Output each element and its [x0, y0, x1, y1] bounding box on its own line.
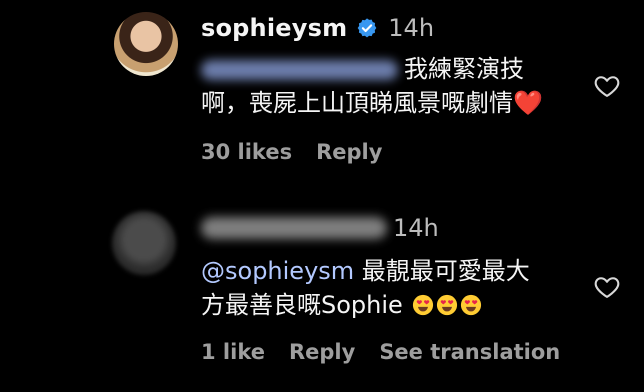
- comment-header: sophieysm 14h: [201, 14, 434, 42]
- avatar-blurred[interactable]: [112, 211, 176, 275]
- timestamp: 14h: [393, 214, 439, 242]
- comment-actions: 30 likes Reply: [201, 140, 406, 164]
- verified-badge-icon: [357, 18, 377, 38]
- blurred-mention: [201, 60, 398, 80]
- likes-count[interactable]: 1 like: [201, 340, 265, 364]
- comment-actions: 1 like Reply See translation: [201, 340, 584, 364]
- comment-header: 14h: [201, 214, 439, 242]
- mention-link[interactable]: @sophieysm: [201, 257, 354, 285]
- comment-sophieysm: sophieysm 14h 我練緊演技 啊，喪屍上山頂睇風景嘅劇情❤️ 30 l…: [0, 0, 644, 180]
- heart-eyes-emoji: [413, 294, 434, 316]
- likes-count[interactable]: 30 likes: [201, 140, 292, 164]
- heart-outline-icon[interactable]: [592, 72, 622, 100]
- comment-text-line1: 最靚最可愛最大: [361, 257, 530, 285]
- heart-eyes-emoji: [437, 294, 458, 316]
- comment-text-line1: 我練緊演技: [404, 55, 524, 83]
- comment-text-line2: 方最善良嘅Sophie: [201, 291, 403, 319]
- comment-reply: 14h @sophieysm 最靚最可愛最大 方最善良嘅Sophie 1 lik…: [0, 180, 644, 392]
- blurred-username[interactable]: [201, 217, 387, 239]
- comment-text-line2: 啊，喪屍上山頂睇風景嘅劇情: [201, 89, 513, 117]
- comment-text: 我練緊演技 啊，喪屍上山頂睇風景嘅劇情❤️: [201, 52, 581, 120]
- heart-outline-icon[interactable]: [592, 273, 622, 301]
- reply-button[interactable]: Reply: [289, 340, 355, 364]
- reply-button[interactable]: Reply: [316, 140, 382, 164]
- username[interactable]: sophieysm: [201, 14, 347, 42]
- avatar[interactable]: [114, 12, 178, 76]
- red-heart-emoji: ❤️: [513, 89, 543, 117]
- timestamp: 14h: [388, 14, 435, 42]
- comment-text: @sophieysm 最靚最可愛最大 方最善良嘅Sophie: [201, 254, 571, 322]
- see-translation-button[interactable]: See translation: [379, 340, 560, 364]
- heart-eyes-emoji: [461, 294, 482, 316]
